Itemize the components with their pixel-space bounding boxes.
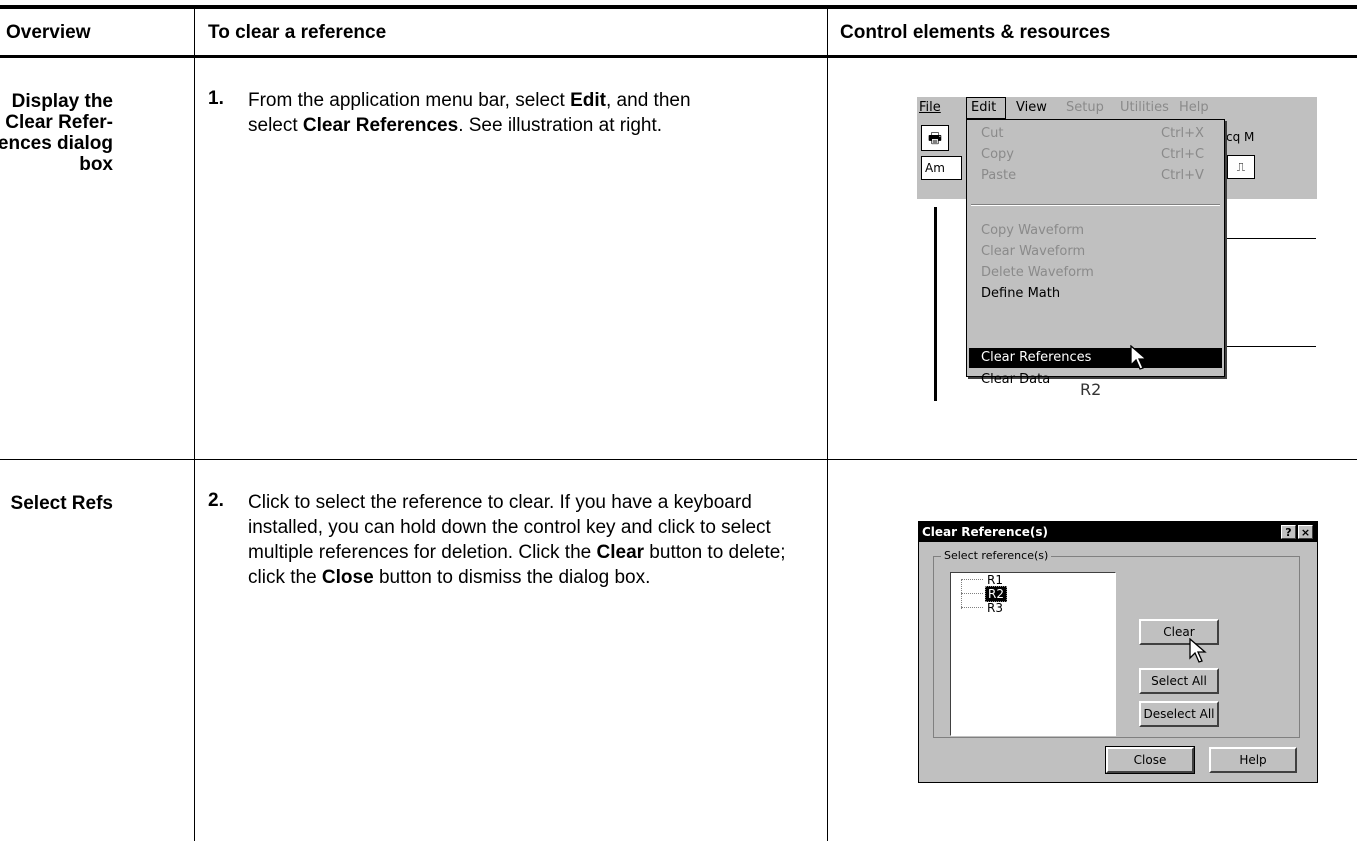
step1-number: 1. <box>208 88 224 109</box>
clear-button[interactable]: Clear <box>1139 619 1219 645</box>
step1-text-part: From the application menu bar, select <box>248 90 571 111</box>
mouse-pointer-icon <box>1130 345 1148 370</box>
clear-references-dialog: Clear Reference(s) ? × Select reference(… <box>918 521 1318 783</box>
menu-help[interactable]: Help <box>1179 100 1209 115</box>
step2-number: 2. <box>208 490 224 511</box>
menu-item-shortcut: Ctrl+C <box>1161 147 1205 162</box>
dialog-title: Clear Reference(s) <box>922 525 1048 539</box>
row1-overview-line: Clear Refer- <box>5 112 113 133</box>
col-divider-2 <box>827 9 828 841</box>
step2-bold-clear: Clear <box>596 542 645 563</box>
step2-bold-close: Close <box>321 567 374 588</box>
step1-bold-edit: Edit <box>570 90 606 111</box>
tree-branch <box>961 593 983 594</box>
scope-trace <box>1226 238 1316 239</box>
menu-view[interactable]: View <box>1016 100 1047 115</box>
menu-item-copy[interactable]: Copy Ctrl+C <box>981 145 1204 165</box>
row1-overview-line: ences dialog <box>0 133 113 154</box>
edit-menu-dropdown: Cut Ctrl+X Copy Ctrl+C Paste Ctrl+V Copy Wa… <box>966 119 1225 387</box>
waveform-label: R2 <box>1080 380 1102 399</box>
table-top-rule <box>0 5 1357 9</box>
header-bottom-rule <box>0 55 1357 58</box>
row1-overview-line: Display the <box>11 91 113 112</box>
mouse-pointer-icon <box>1189 638 1207 663</box>
row1-overview: Display the Clear Refer- ences dialog bo… <box>0 91 113 175</box>
col-divider-1 <box>194 9 195 841</box>
step1-text: From the application menu bar, select Ed… <box>248 88 708 138</box>
menu-item-paste[interactable]: Paste Ctrl+V <box>981 166 1204 186</box>
menu-edit-highlight <box>966 97 1006 119</box>
menu-utilities[interactable]: Utilities <box>1120 100 1169 115</box>
header-controls: Control elements & resources <box>840 22 1111 43</box>
select-all-button[interactable]: Select All <box>1139 668 1219 694</box>
row1-overview-line: box <box>79 154 113 175</box>
list-item[interactable]: R3 <box>987 601 1003 615</box>
menu-item-define-math[interactable]: Define Math <box>981 284 1060 304</box>
row2-overview-line: Select Refs <box>10 493 113 514</box>
step2-text-part: button to dismiss the dialog box. <box>373 567 651 588</box>
list-item[interactable]: R1 <box>987 573 1003 587</box>
menu-item-clear-waveform[interactable]: Clear Waveform <box>981 242 1085 262</box>
menu-item-shortcut: Ctrl+V <box>1161 168 1204 183</box>
menu-item-clear-data[interactable]: Clear Data <box>981 370 1050 390</box>
menu-item-shortcut: Ctrl+X <box>1161 126 1204 141</box>
menu-item-copy-waveform[interactable]: Copy Waveform <box>981 221 1084 241</box>
header-procedure: To clear a reference <box>208 22 387 43</box>
group-label: Select reference(s) <box>941 549 1052 562</box>
help-button[interactable]: Help <box>1209 747 1297 773</box>
menu-item-cut[interactable]: Cut Ctrl+X <box>981 124 1204 144</box>
toolbar-fragment-am: Am <box>921 156 962 180</box>
header-overview: Overview <box>6 22 91 43</box>
step2-text: Click to select the reference to clear. … <box>248 490 826 590</box>
step1-bold-clear-refs: Clear References <box>302 115 459 136</box>
menu-separator <box>971 204 1220 206</box>
tree-branch <box>961 579 983 580</box>
menu-item-delete-waveform[interactable]: Delete Waveform <box>981 263 1094 283</box>
scope-trace <box>934 207 941 401</box>
scope-trace <box>1226 346 1316 347</box>
pulse-icon[interactable]: ⎍ <box>1227 155 1255 179</box>
menu-item-label: Cut <box>981 126 1004 141</box>
tree-line <box>961 579 962 609</box>
row2-overview: Select Refs <box>0 493 113 514</box>
printer-icon[interactable]: 🖶 <box>921 125 949 151</box>
help-icon[interactable]: ? <box>1281 525 1296 539</box>
reference-list[interactable]: R1 R2 R3 <box>950 572 1116 736</box>
menu-file[interactable]: File <box>919 100 941 115</box>
tree-branch <box>961 607 983 608</box>
row-divider <box>0 459 1357 460</box>
menu-item-label: Copy <box>981 147 1014 162</box>
menu-item-label: Paste <box>981 168 1017 183</box>
menu-setup[interactable]: Setup <box>1066 100 1104 115</box>
toolbar-fragment-acq: cq M <box>1226 130 1256 146</box>
close-button[interactable]: Close <box>1105 746 1195 774</box>
step1-text-part: . See illustration at right. <box>458 115 663 136</box>
menu-item-clear-references[interactable]: Clear References <box>981 348 1091 368</box>
deselect-all-button[interactable]: Deselect All <box>1139 701 1219 727</box>
list-item-selected[interactable]: R2 <box>985 586 1007 602</box>
close-icon[interactable]: × <box>1298 525 1313 539</box>
dialog-title-bar: Clear Reference(s) ? × <box>919 522 1317 542</box>
